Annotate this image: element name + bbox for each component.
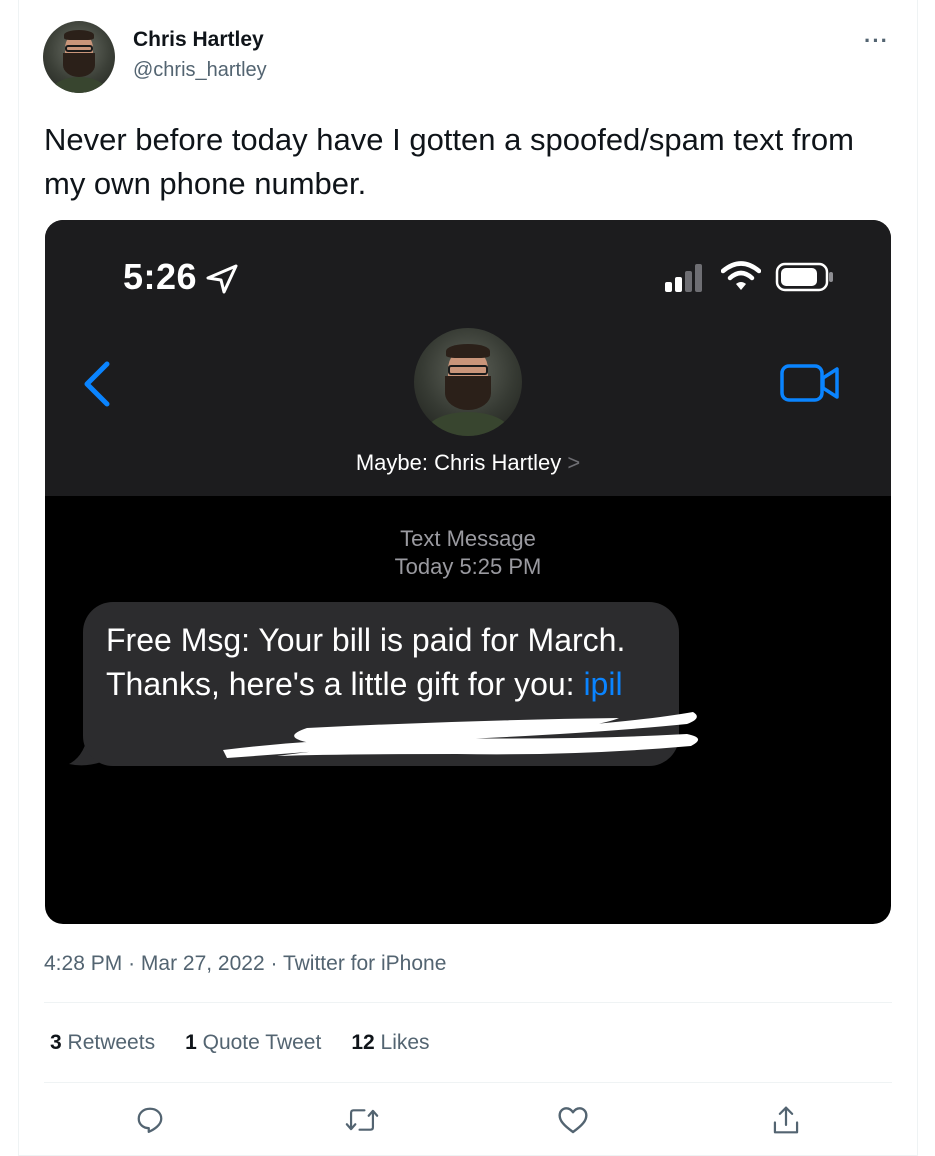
author-handle[interactable]: @chris_hartley: [133, 59, 267, 82]
divider: [44, 1002, 892, 1003]
reply-button[interactable]: [130, 1100, 170, 1140]
message-meta: Text Message Today 5:25 PM: [45, 525, 891, 581]
message-text: Free Msg: Your bill is paid for March. T…: [106, 622, 626, 702]
likes-stat[interactable]: 12 Likes: [351, 1031, 429, 1055]
battery-icon: [775, 262, 833, 292]
retweet-button[interactable]: [342, 1100, 382, 1140]
meta-separator: ·: [270, 952, 278, 975]
tweet-text: Never before today have I gotten a spoof…: [44, 122, 854, 201]
message-label: Text Message: [400, 526, 536, 551]
message-time: Today 5:25 PM: [394, 554, 542, 579]
contact-avatar[interactable]: [414, 328, 522, 436]
tweet-date[interactable]: Mar 27, 2022: [141, 952, 265, 975]
avatar[interactable]: [43, 21, 115, 93]
retweets-label: Retweets: [67, 1031, 156, 1054]
tweet-timestamp: 4:28 PM · Mar 27, 2022 · Twitter for iPh…: [44, 952, 446, 976]
quotes-stat[interactable]: 1 Quote Tweet: [185, 1031, 321, 1055]
quotes-label: Quote Tweet: [202, 1031, 322, 1054]
engagement-stats: 3 Retweets 1 Quote Tweet 12 Likes: [50, 1031, 430, 1055]
more-options-icon[interactable]: ···: [864, 28, 889, 54]
quotes-count: 1: [185, 1031, 197, 1054]
share-icon: [773, 1106, 799, 1134]
contact-name-label: Maybe: Chris Hartley: [355, 450, 562, 475]
like-button[interactable]: [553, 1100, 593, 1140]
meta-separator: ·: [128, 952, 136, 975]
message-link[interactable]: ipil: [583, 666, 622, 702]
likes-label: Likes: [380, 1031, 430, 1054]
redaction-scribble: [223, 712, 699, 758]
video-call-icon[interactable]: [779, 363, 841, 403]
likes-count: 12: [351, 1031, 375, 1054]
tweet-source[interactable]: Twitter for iPhone: [283, 952, 446, 975]
contact-name[interactable]: Maybe: Chris Hartley >: [45, 450, 891, 476]
author-name[interactable]: Chris Hartley: [133, 28, 264, 52]
signal-icon: [665, 264, 702, 292]
divider: [44, 1082, 892, 1083]
tweet-time[interactable]: 4:28 PM: [44, 952, 122, 975]
status-time: 5:26: [123, 256, 198, 297]
retweets-stat[interactable]: 3 Retweets: [50, 1031, 155, 1055]
share-button[interactable]: [766, 1100, 806, 1140]
retweet-icon: [345, 1109, 379, 1131]
location-arrow-icon: [206, 264, 238, 294]
reply-icon: [137, 1107, 163, 1133]
wifi-icon: [721, 261, 761, 290]
back-chevron-icon[interactable]: [81, 360, 111, 408]
tweet-media-image[interactable]: 5:26 Maybe: Chris Hartley > Text Message…: [45, 220, 891, 924]
retweets-count: 3: [50, 1031, 62, 1054]
like-icon: [558, 1107, 588, 1134]
contact-chevron-icon: >: [567, 450, 581, 475]
